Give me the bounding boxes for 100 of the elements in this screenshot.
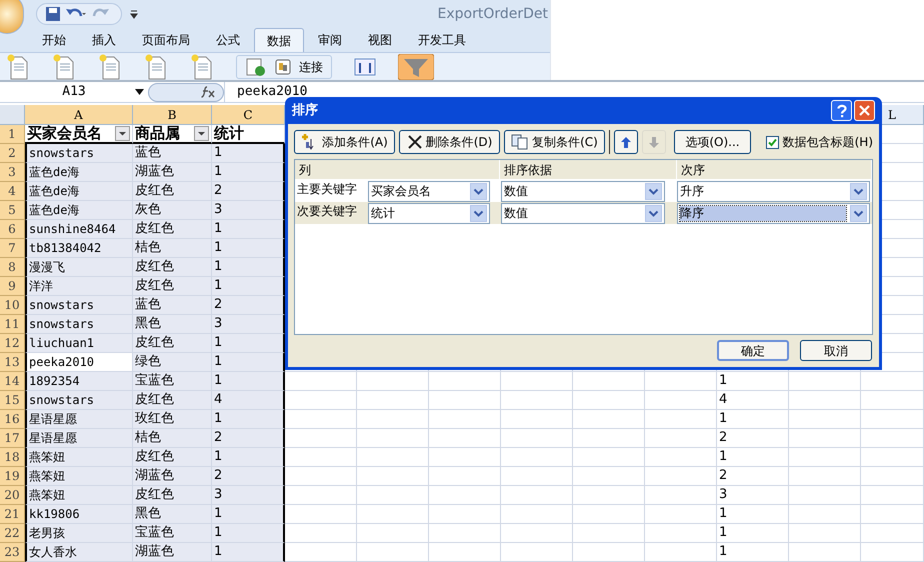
checkbox-label: 数据包含标题(H): [782, 134, 873, 151]
table-cell-text: 皮红色: [135, 391, 174, 410]
filter-dropdown-icon[interactable]: [194, 126, 209, 141]
sort-on-select[interactable]: 数值: [501, 180, 665, 202]
table-cell-text: 皮红色: [135, 277, 174, 296]
move-up-button[interactable]: [614, 130, 638, 154]
caret-icon: [850, 204, 867, 222]
table-cell-text: 皮红色: [135, 220, 174, 238]
table-cell-text: 星语星愿: [29, 430, 77, 447]
connections-button[interactable]: 连接: [299, 58, 323, 76]
check-icon: [768, 138, 777, 146]
table-cell-text: 绿色: [135, 353, 161, 372]
table-cell-text: 蓝色de海: [29, 183, 80, 200]
row-header[interactable]: 4: [0, 182, 25, 201]
column-header[interactable]: B: [133, 105, 212, 125]
row-header[interactable]: 19: [0, 467, 25, 486]
row-header[interactable]: 16: [0, 410, 25, 429]
order-select[interactable]: 升序: [677, 180, 870, 202]
column-title: 商品属: [135, 123, 180, 144]
table-cell-text: 4: [214, 391, 222, 410]
ribbon-tab[interactable]: 开始: [30, 28, 78, 52]
dialog-button[interactable]: 取消: [800, 340, 872, 361]
row-header[interactable]: 8: [0, 258, 25, 277]
row-header[interactable]: 9: [0, 277, 25, 296]
column-header[interactable]: C: [212, 105, 285, 125]
ribbon-tab[interactable]: 视图: [356, 28, 404, 52]
row-header[interactable]: 5: [0, 201, 25, 220]
row-header[interactable]: 18: [0, 448, 25, 467]
table-cell-text: 燕笨妞: [29, 487, 65, 504]
name-box[interactable]: A13: [0, 82, 148, 102]
row-header[interactable]: 15: [0, 391, 25, 410]
table-cell-text: 蓝色de海: [29, 202, 80, 219]
row-header[interactable]: 21: [0, 505, 25, 524]
table-cell-text: 湖蓝色: [135, 467, 174, 486]
row-header[interactable]: 17: [0, 429, 25, 448]
row-header[interactable]: 20: [0, 486, 25, 505]
row-header[interactable]: 11: [0, 315, 25, 334]
table-cell-text: 桔色: [135, 239, 161, 258]
key-label: 主要关键字: [297, 182, 357, 196]
table-cell-text: 1: [719, 448, 728, 466]
options-button[interactable]: 选项(O)...: [674, 130, 751, 154]
table-cell-text: peeka2010: [29, 354, 94, 371]
row-header[interactable]: 3: [0, 163, 25, 182]
ribbon-tab[interactable]: 公式: [204, 28, 252, 52]
column-select[interactable]: 买家会员名: [368, 180, 490, 202]
row-header[interactable]: 22: [0, 524, 25, 543]
save-icon[interactable]: [45, 6, 61, 22]
help-button[interactable]: [831, 100, 852, 121]
dialog-button[interactable]: 确定: [717, 340, 789, 361]
help-icon: [836, 104, 846, 118]
row-header[interactable]: 7: [0, 239, 25, 258]
table-cell-text: 1: [719, 410, 728, 428]
toolbar-button[interactable]: 删除条件(D): [399, 130, 500, 154]
column-title: 统计: [214, 123, 244, 144]
table-cell-text: 桔色: [135, 429, 161, 448]
sort-icon[interactable]: [352, 56, 378, 76]
row-header[interactable]: 1: [0, 125, 25, 144]
table-cell-text: 湖蓝色: [135, 163, 174, 182]
table-cell-text: 1: [214, 505, 222, 524]
row-header[interactable]: 2: [0, 144, 25, 163]
filter-icon[interactable]: [398, 54, 434, 80]
ribbon-tab[interactable]: 审阅: [306, 28, 354, 52]
row-header[interactable]: 14: [0, 372, 25, 391]
table-cell-text: 1: [214, 220, 222, 238]
row-header[interactable]: 23: [0, 543, 25, 562]
row-header[interactable]: 6: [0, 220, 25, 239]
customize-toolbar-icon[interactable]: [130, 9, 138, 19]
ribbon-tab[interactable]: 开发工具: [406, 28, 478, 52]
table-cell-text: 女人香水: [29, 544, 77, 561]
function-icon[interactable]: [201, 86, 215, 98]
order-select[interactable]: 降序: [677, 202, 870, 224]
table-cell-text: 蓝色: [135, 296, 161, 314]
table-cell-text: 宝蓝色: [135, 524, 174, 542]
ribbon-tab[interactable]: 页面布局: [130, 28, 202, 52]
table-cell-text: 3: [214, 201, 222, 220]
ribbon-tab[interactable]: 插入: [80, 28, 128, 52]
toolbar-button[interactable]: 复制条件(C): [504, 130, 605, 154]
ribbon-tab[interactable]: 数据: [254, 28, 304, 52]
row-header[interactable]: 10: [0, 296, 25, 315]
refresh-icon[interactable]: [245, 56, 267, 76]
filter-dropdown-icon[interactable]: [115, 126, 130, 141]
table-cell-text: 3: [214, 486, 222, 504]
table-cell-text: snowstars: [29, 316, 94, 333]
close-button[interactable]: [854, 100, 875, 121]
column-select[interactable]: 统计: [368, 202, 490, 224]
row-header[interactable]: 13: [0, 353, 25, 372]
toolbar-button[interactable]: 添加条件(A): [294, 130, 395, 154]
column-header[interactable]: A: [25, 105, 133, 125]
table-cell-text: 1: [214, 524, 222, 542]
list-column-header: 列: [295, 160, 500, 179]
headers-checkbox[interactable]: [766, 136, 779, 148]
table-cell-text: tb81384042: [29, 240, 102, 257]
up-arrow-icon: [621, 136, 631, 148]
row-header[interactable]: 12: [0, 334, 25, 353]
sort-level-row[interactable]: 主要关键字 买家会员名 数值 升序: [295, 180, 872, 202]
sort-on-select[interactable]: 数值: [501, 202, 665, 224]
table-cell-text: snowstars: [29, 297, 94, 314]
delete-icon: [406, 134, 423, 150]
sort-level-row[interactable]: 次要关键字 统计 数值 降序: [295, 202, 872, 224]
table-cell-text: 1: [214, 334, 222, 352]
